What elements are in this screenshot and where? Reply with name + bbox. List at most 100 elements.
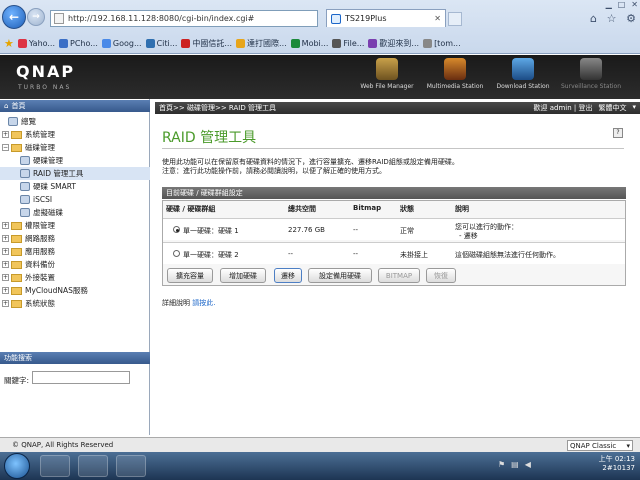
radio-button[interactable] <box>173 226 180 233</box>
forward-button[interactable]: → <box>27 8 45 26</box>
keyword-input[interactable] <box>32 371 130 384</box>
help-icon[interactable]: ? <box>613 128 623 138</box>
favorite-link[interactable]: Yaho... <box>17 39 55 48</box>
radio-button[interactable] <box>173 250 180 257</box>
new-tab-button[interactable] <box>448 12 462 26</box>
sidebar-item-applications[interactable]: + 應用服務 <box>0 245 150 258</box>
maximize-icon[interactable]: □ <box>618 0 626 10</box>
favorite-link[interactable]: Citi... <box>145 39 177 48</box>
disk-note-action: - 遷移 <box>459 232 478 240</box>
favorite-site-icon <box>423 39 433 48</box>
sidebar-item-permissions[interactable]: + 權限管理 <box>0 219 150 232</box>
favorite-link[interactable]: 中國信託... <box>181 38 232 49</box>
sidebar-header[interactable]: ⌂ 首頁 <box>0 100 150 112</box>
bitmap-button[interactable]: BITMAP <box>378 268 420 283</box>
download-station-button[interactable]: Download Station <box>490 58 556 96</box>
detail-help: 詳細說明 請按此. <box>162 299 216 307</box>
table-row[interactable]: 單一硬碟：硬碟 2 -- -- 未掛接上 這個磁碟組態無法進行任何動作。 <box>163 242 625 264</box>
sidebar-item-disk-manager[interactable]: 硬碟管理 <box>0 154 150 167</box>
expand-icon[interactable]: + <box>2 261 9 268</box>
favorite-link[interactable]: [tom... <box>423 39 461 48</box>
sidebar-item-smart[interactable]: 硬碟 SMART <box>0 180 150 193</box>
sidebar-item-disk[interactable]: − 磁碟管理 <box>0 141 150 154</box>
expand-icon[interactable]: + <box>2 222 9 229</box>
recover-button[interactable]: 恢復 <box>426 268 456 283</box>
sidebar-item-status[interactable]: + 系統狀態 <box>0 297 150 310</box>
column-header: 說明 <box>455 205 469 213</box>
disk-name: 單一硬碟：硬碟 1 <box>183 227 239 235</box>
collapse-icon[interactable]: − <box>2 144 9 151</box>
chevron-down-icon[interactable]: ▾ <box>632 103 636 113</box>
surveillance-station-button[interactable]: Surveillance Station <box>558 58 624 96</box>
favorite-site-icon <box>368 39 378 48</box>
favorites-star-icon[interactable]: ☆ <box>607 12 617 26</box>
home-icon[interactable]: ⌂ <box>590 12 597 26</box>
close-icon[interactable]: ✕ <box>631 0 638 10</box>
disk-note: 這個磁碟組態無法進行任何動作。 <box>455 251 560 259</box>
sidebar-item-system[interactable]: + 系統管理 <box>0 128 150 141</box>
table-title: 目前硬碟 / 硬碟群組設定 <box>162 187 626 199</box>
media-player-icon[interactable] <box>116 455 146 477</box>
gear-icon[interactable]: ⚙ <box>626 12 636 26</box>
table-row[interactable]: 單一硬碟：硬碟 1 227.76 GB -- 正常 您可以進行的動作： - 遷移 <box>163 218 625 240</box>
folder-icon <box>11 130 22 139</box>
sidebar-item-overview[interactable]: 總覽 <box>0 115 150 128</box>
title-divider <box>162 148 624 149</box>
folder-icon <box>11 273 22 282</box>
clock[interactable]: 上午 02:13 2#10137 <box>585 455 635 473</box>
column-header: 總共空間 <box>288 205 316 213</box>
sidebar-item-mycloudnas[interactable]: + MyCloudNAS服務 <box>0 284 150 297</box>
start-button[interactable] <box>4 453 30 479</box>
expand-icon[interactable]: + <box>2 235 9 242</box>
sidebar-item-backup[interactable]: + 資料備份 <box>0 258 150 271</box>
disk-status: 正常 <box>400 227 414 235</box>
volume-icon[interactable]: ◀ <box>525 460 531 472</box>
favorite-link[interactable]: 達打國際... <box>236 38 287 49</box>
detail-link[interactable]: 請按此. <box>192 299 215 307</box>
address-bar[interactable]: http://192.168.11.128:8080/cgi-bin/index… <box>50 10 318 294</box>
language-select[interactable]: 繁體中文 <box>598 103 626 113</box>
multimedia-station-button[interactable]: Multimedia Station <box>422 58 488 96</box>
favorite-link[interactable]: 歡迎來到... <box>368 38 419 49</box>
welcome-logout[interactable]: 歡迎 admin | 登出 <box>534 103 593 113</box>
theme-select[interactable]: QNAP Classic ▾ <box>567 440 633 451</box>
tab-close-icon[interactable]: ✕ <box>434 14 441 23</box>
tab-favicon-icon <box>331 13 341 24</box>
minimize-icon[interactable]: ▁ <box>606 0 612 10</box>
expand-icon[interactable]: + <box>2 287 9 294</box>
ie-icon[interactable] <box>40 455 70 477</box>
expand-icon[interactable]: + <box>2 300 9 307</box>
sidebar-item-raid-tool[interactable]: RAID 管理工具 <box>0 167 150 180</box>
folder-icon <box>11 286 22 295</box>
sidebar-item-external[interactable]: + 外接裝置 <box>0 271 150 284</box>
expand-icon[interactable]: + <box>2 248 9 255</box>
migrate-button[interactable]: 遷移 <box>274 268 302 283</box>
favorite-link[interactable]: PCho... <box>59 39 98 48</box>
sidebar-item-virtual-disk[interactable]: 虛擬磁碟 <box>0 206 150 219</box>
tab-active[interactable]: TS219Plus ✕ <box>326 9 446 27</box>
folder-icon <box>11 221 22 230</box>
nav-buttons: ← → <box>2 5 46 29</box>
favorite-link[interactable]: File... <box>332 39 364 48</box>
address-url[interactable]: http://192.168.11.128:8080/cgi-bin/index… <box>68 14 317 23</box>
favorite-link[interactable]: Mobi... <box>290 39 328 48</box>
note-text: 注意：進行此功能操作前，請務必閱讀說明，以便了解正確的使用方式。 <box>162 167 386 175</box>
favorites-icon[interactable]: ★ <box>4 37 14 50</box>
expand-capacity-button[interactable]: 擴充容量 <box>167 268 213 283</box>
network-icon[interactable]: ▤ <box>511 460 519 472</box>
web-file-manager-button[interactable]: Web File Manager <box>354 58 420 96</box>
explorer-icon[interactable] <box>78 455 108 477</box>
set-spare-button[interactable]: 設定備用硬碟 <box>308 268 372 283</box>
add-disk-button[interactable]: 增加硬碟 <box>220 268 266 283</box>
page-title: RAID 管理工具 <box>162 130 257 146</box>
tab-title: TS219Plus <box>345 14 387 23</box>
sidebar-item-iscsi[interactable]: iSCSI <box>0 193 150 206</box>
sidebar-item-network[interactable]: + 網路服務 <box>0 232 150 245</box>
favorite-site-icon <box>145 39 155 48</box>
back-button[interactable]: ← <box>2 5 26 29</box>
favorite-link[interactable]: Goog... <box>101 39 142 48</box>
expand-icon[interactable]: + <box>2 274 9 281</box>
window-controls[interactable]: ▁ □ ✕ <box>560 0 638 10</box>
flag-icon[interactable]: ⚑ <box>498 460 505 472</box>
expand-icon[interactable]: + <box>2 131 9 138</box>
